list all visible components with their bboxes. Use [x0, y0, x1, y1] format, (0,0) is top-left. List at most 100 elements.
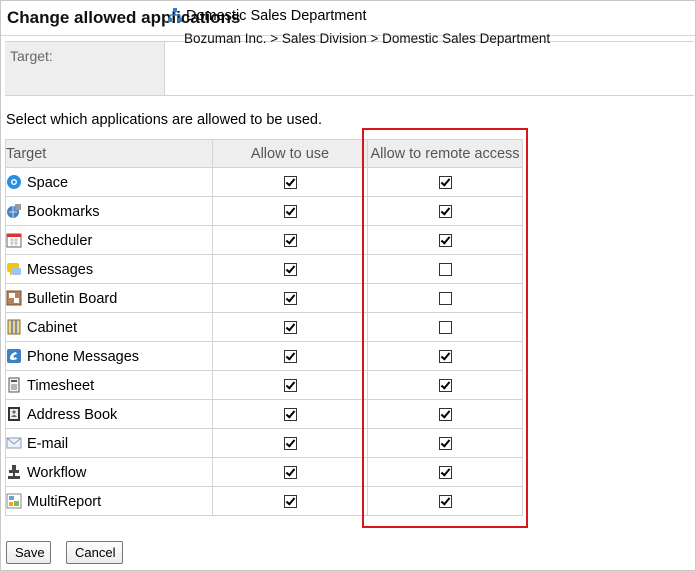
allow-remote-checkbox-timesheet[interactable]	[438, 378, 452, 392]
allow-use-checkbox-multireport[interactable]	[283, 494, 297, 508]
target-section: Target:	[5, 41, 694, 96]
app-cell-messages: Messages	[5, 254, 213, 284]
table-row: Bulletin Board	[5, 283, 523, 313]
app-name: Messages	[27, 261, 94, 278]
allow-use-cell	[212, 428, 368, 458]
app-cell-address-book: Address Book	[5, 399, 213, 429]
address-book-icon	[8, 406, 20, 421]
scheduler-icon	[6, 233, 22, 247]
app-name: Address Book	[27, 406, 118, 423]
header-allow-remote-access: Allow to remote access	[367, 139, 523, 168]
messages-icon	[7, 262, 21, 276]
allow-use-checkbox-timesheet[interactable]	[283, 378, 297, 392]
table-row: Address Book	[5, 399, 523, 429]
app-name: E-mail	[27, 435, 69, 452]
allow-remote-cell	[367, 254, 523, 284]
workflow-icon	[8, 464, 20, 479]
allow-remote-checkbox-address-book[interactable]	[438, 407, 452, 421]
app-cell-cabinet: Cabinet	[5, 312, 213, 342]
allow-remote-checkbox-space[interactable]	[438, 175, 452, 189]
allow-remote-cell	[367, 399, 523, 429]
allow-remote-cell	[367, 225, 523, 255]
allow-use-checkbox-space[interactable]	[283, 175, 297, 189]
allow-remote-cell	[367, 370, 523, 400]
table-row: Space	[5, 167, 523, 197]
app-cell-multireport: MultiReport	[5, 486, 213, 516]
allow-remote-cell	[367, 312, 523, 342]
app-cell-bulletin-board: Bulletin Board	[5, 283, 213, 313]
timesheet-icon	[8, 377, 20, 392]
app-name: Scheduler	[27, 232, 93, 249]
bookmarks-icon	[7, 203, 21, 218]
table-row: Timesheet	[5, 370, 523, 400]
app-cell-timesheet: Timesheet	[5, 370, 213, 400]
app-name: Workflow	[27, 464, 87, 481]
allow-use-cell	[212, 225, 368, 255]
save-button[interactable]: Save	[6, 541, 51, 564]
allow-remote-checkbox-phone-messages[interactable]	[438, 349, 452, 363]
allow-use-cell	[212, 312, 368, 342]
allow-use-cell	[212, 196, 368, 226]
allow-remote-cell	[367, 428, 523, 458]
cancel-button[interactable]: Cancel	[66, 541, 123, 564]
allow-use-cell	[212, 370, 368, 400]
allow-use-checkbox-cabinet[interactable]	[283, 320, 297, 334]
table-row: Messages	[5, 254, 523, 284]
allow-use-cell	[212, 283, 368, 313]
allow-use-cell	[212, 167, 368, 197]
app-cell-bookmarks: Bookmarks	[5, 196, 213, 226]
allow-use-checkbox-bulletin-board[interactable]	[283, 291, 297, 305]
header-allow-to-use: Allow to use	[212, 139, 368, 168]
allow-use-cell	[212, 254, 368, 284]
allow-remote-cell	[367, 167, 523, 197]
app-cell-workflow: Workflow	[5, 457, 213, 487]
allow-use-checkbox-email[interactable]	[283, 436, 297, 450]
allow-remote-checkbox-bookmarks[interactable]	[438, 204, 452, 218]
table-row: E-mail	[5, 428, 523, 458]
app-cell-space: Space	[5, 167, 213, 197]
app-name: Timesheet	[27, 377, 95, 394]
multireport-icon	[6, 493, 22, 508]
email-icon	[6, 437, 22, 448]
department-name: Domestic Sales Department	[186, 8, 367, 24]
allow-use-checkbox-workflow[interactable]	[283, 465, 297, 479]
target-label-cell: Target:	[5, 42, 165, 95]
cabinet-icon	[7, 319, 21, 334]
allow-remote-cell	[367, 457, 523, 487]
bulletin-board-icon	[6, 290, 22, 305]
phone-messages-icon	[7, 348, 21, 363]
allow-use-checkbox-phone-messages[interactable]	[283, 349, 297, 363]
space-icon	[7, 174, 21, 189]
allow-remote-cell	[367, 196, 523, 226]
allow-use-checkbox-scheduler[interactable]	[283, 233, 297, 247]
target-label: Target:	[10, 48, 53, 64]
allow-remote-checkbox-cabinet[interactable]	[438, 320, 452, 334]
allow-remote-checkbox-bulletin-board[interactable]	[438, 291, 452, 305]
allow-remote-checkbox-scheduler[interactable]	[438, 233, 452, 247]
allow-remote-cell	[367, 486, 523, 516]
app-name: Bookmarks	[27, 203, 100, 220]
header-target: Target	[5, 139, 213, 168]
app-cell-scheduler: Scheduler	[5, 225, 213, 255]
instruction-text: Select which applications are allowed to…	[6, 112, 322, 128]
allow-use-checkbox-messages[interactable]	[283, 262, 297, 276]
allow-remote-checkbox-multireport[interactable]	[438, 494, 452, 508]
app-cell-phone-messages: Phone Messages	[5, 341, 213, 371]
department-path: Bozuman Inc. > Sales Division > Domestic…	[184, 31, 551, 46]
applications-table: Target Allow to use Allow to remote acce…	[5, 139, 523, 516]
organization-icon	[168, 8, 182, 22]
allow-remote-checkbox-workflow[interactable]	[438, 465, 452, 479]
table-row: MultiReport	[5, 486, 523, 516]
app-name: MultiReport	[27, 493, 102, 510]
allow-remote-cell	[367, 341, 523, 371]
allow-use-checkbox-address-book[interactable]	[283, 407, 297, 421]
table-row: Bookmarks	[5, 196, 523, 226]
app-name: Bulletin Board	[27, 290, 118, 307]
allow-use-checkbox-bookmarks[interactable]	[283, 204, 297, 218]
allow-use-cell	[212, 486, 368, 516]
table-row: Scheduler	[5, 225, 523, 255]
allow-remote-checkbox-messages[interactable]	[438, 262, 452, 276]
table-row: Workflow	[5, 457, 523, 487]
allow-remote-checkbox-email[interactable]	[438, 436, 452, 450]
allow-use-cell	[212, 457, 368, 487]
